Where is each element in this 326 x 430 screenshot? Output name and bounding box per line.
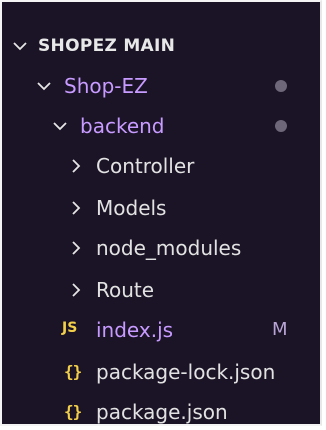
tree-item-shop-ez[interactable]: Shop-EZ (2, 66, 320, 106)
tree-item-controller[interactable]: Controller (2, 146, 320, 186)
chevron-down-icon (36, 78, 52, 94)
json-file-icon: {} (64, 362, 82, 381)
tree-item-label: Models (96, 196, 167, 220)
chevron-right-icon (68, 282, 84, 298)
tree-item-models[interactable]: Models (2, 188, 320, 228)
modified-dot-indicator (275, 120, 287, 132)
tree-item-label: Route (96, 278, 155, 302)
json-file-icon: {} (64, 402, 82, 421)
tree-item-label: backend (80, 114, 165, 138)
tree-item-node-modules[interactable]: node_modules (2, 228, 320, 268)
chevron-right-icon (68, 158, 84, 174)
workspace-header[interactable]: SHOPEZ MAIN (2, 26, 320, 66)
tree-item-backend[interactable]: backend (2, 106, 320, 146)
tree-item-label: package-lock.json (96, 360, 276, 384)
chevron-right-icon (68, 240, 84, 256)
chevron-right-icon (68, 200, 84, 216)
workspace-title: SHOPEZ MAIN (38, 36, 176, 56)
chevron-down-icon (52, 118, 68, 134)
tree-item-route[interactable]: Route (2, 270, 320, 310)
modified-status-badge: M (272, 319, 288, 340)
javascript-file-icon: JS (62, 320, 78, 336)
tree-item-label: node_modules (96, 236, 242, 260)
chevron-down-icon (12, 38, 28, 54)
tree-item-label: Shop-EZ (64, 74, 148, 98)
tree-item-label: package.json (96, 400, 228, 424)
modified-dot-indicator (275, 80, 287, 92)
tree-item-package-lock-json[interactable]: {} package-lock.json (2, 352, 320, 392)
tree-item-label: index.js (96, 318, 174, 342)
explorer-panel: SHOPEZ MAIN Shop-EZ backend Controller M… (0, 0, 322, 426)
tree-item-label: Controller (96, 154, 195, 178)
tree-item-package-json[interactable]: {} package.json (2, 392, 320, 424)
tree-item-index-js[interactable]: JS index.js M (2, 310, 320, 350)
